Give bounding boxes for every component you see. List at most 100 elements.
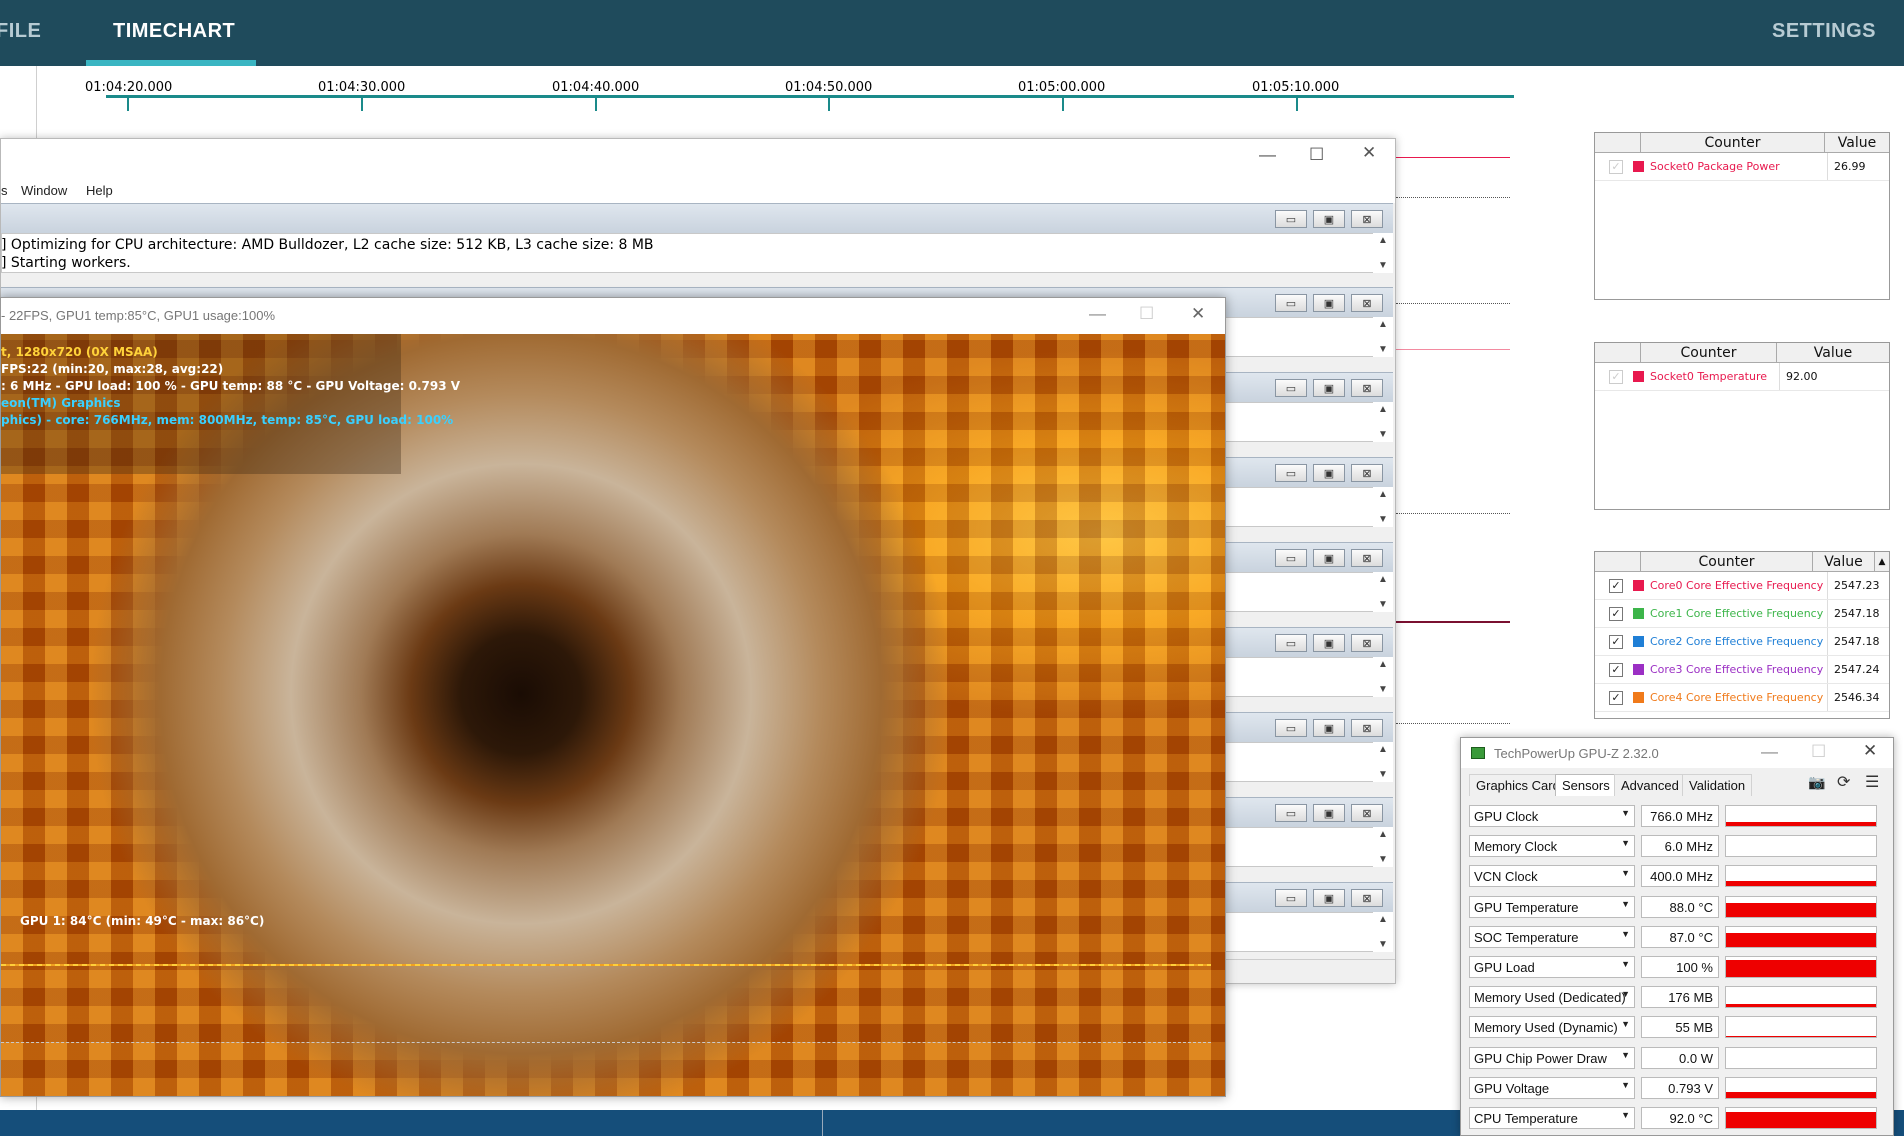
panel-scrollbar[interactable]: ▲ ▼ <box>1373 317 1393 357</box>
sensor-name-select[interactable]: GPU Temperature ▼ <box>1469 895 1635 918</box>
panel-scrollbar[interactable]: ▲ ▼ <box>1373 827 1393 867</box>
dropdown-arrow-icon[interactable]: ▼ <box>1621 808 1630 818</box>
header-counter[interactable]: Counter <box>1641 343 1777 362</box>
dropdown-arrow-icon[interactable]: ▼ <box>1621 1050 1630 1060</box>
scroll-up-icon[interactable]: ▲ <box>1875 552 1889 571</box>
dropdown-arrow-icon[interactable]: ▼ <box>1621 1110 1630 1120</box>
sensor-graph[interactable] <box>1725 986 1877 1009</box>
panel-minimize-icon[interactable]: ▭ <box>1275 464 1307 482</box>
panel-close-icon[interactable]: ⊠ <box>1351 804 1383 822</box>
scroll-up-icon[interactable]: ▲ <box>1378 659 1388 670</box>
panel-close-icon[interactable]: ⊠ <box>1351 719 1383 737</box>
close-icon[interactable]: ✕ <box>1362 143 1376 163</box>
sensor-graph[interactable] <box>1725 925 1877 948</box>
scroll-down-icon[interactable]: ▼ <box>1378 514 1388 525</box>
gpuz-title-bar[interactable]: TechPowerUp GPU-Z 2.32.0 — ☐ ✕ <box>1461 738 1893 768</box>
panel-restore-icon[interactable]: ▣ <box>1313 464 1345 482</box>
sensor-graph[interactable] <box>1725 1046 1877 1069</box>
row-checkbox[interactable]: ✓ <box>1609 690 1623 705</box>
table-row[interactable]: ✓ Core4 Core Effective Frequency 2546.34 <box>1595 684 1889 712</box>
panel-scrollbar[interactable]: ▲ ▼ <box>1373 572 1393 612</box>
panel-scrollbar[interactable]: ▲ ▼ <box>1373 487 1393 527</box>
row-checkbox[interactable]: ✓ <box>1609 606 1623 621</box>
scroll-down-icon[interactable]: ▼ <box>1378 769 1388 780</box>
dropdown-arrow-icon[interactable]: ▼ <box>1621 1080 1630 1090</box>
header-value[interactable]: Value <box>1825 133 1889 152</box>
panel-restore-icon[interactable]: ▣ <box>1313 379 1345 397</box>
timeline-axis[interactable] <box>106 95 1514 98</box>
scroll-up-icon[interactable]: ▲ <box>1378 574 1388 585</box>
tab-advanced[interactable]: Advanced <box>1614 774 1686 796</box>
header-counter[interactable]: Counter <box>1641 133 1825 152</box>
dropdown-arrow-icon[interactable]: ▼ <box>1621 899 1630 909</box>
menu-icon[interactable]: ☰ <box>1865 772 1879 792</box>
table-row[interactable]: ✓ Core3 Core Effective Frequency 2547.24 <box>1595 656 1889 684</box>
panel-close-icon[interactable]: ⊠ <box>1351 549 1383 567</box>
row-checkbox[interactable]: ✓ <box>1609 159 1623 174</box>
minimize-icon[interactable]: — <box>1761 742 1778 762</box>
table-row[interactable]: ✓ Core0 Core Effective Frequency 2547.23 <box>1595 572 1889 600</box>
sensor-graph[interactable] <box>1725 835 1877 858</box>
panel-minimize-icon[interactable]: ▭ <box>1275 549 1307 567</box>
tab-validation[interactable]: Validation <box>1682 774 1753 796</box>
table-row[interactable]: ✓ Socket0 Temperature 92.00 <box>1595 363 1889 391</box>
sensor-name-select[interactable]: Memory Used (Dedicated) ▼ <box>1469 986 1635 1009</box>
sensor-graph[interactable] <box>1725 805 1877 827</box>
panel-minimize-icon[interactable]: ▭ <box>1275 294 1307 312</box>
scroll-down-icon[interactable]: ▼ <box>1378 260 1388 271</box>
sensor-graph[interactable] <box>1725 1107 1877 1129</box>
dropdown-arrow-icon[interactable]: ▼ <box>1621 959 1630 969</box>
sensor-graph[interactable] <box>1725 956 1877 978</box>
panel-restore-icon[interactable]: ▣ <box>1313 804 1345 822</box>
row-checkbox[interactable]: ✓ <box>1609 578 1623 593</box>
panel-scrollbar[interactable]: ▲ ▼ <box>1373 912 1393 952</box>
nav-profile-tab[interactable]: FILE <box>0 20 41 43</box>
header-value[interactable]: Value <box>1813 552 1875 571</box>
close-icon[interactable]: ✕ <box>1863 741 1877 761</box>
panel-restore-icon[interactable]: ▣ <box>1313 634 1345 652</box>
panel-restore-icon[interactable]: ▣ <box>1313 889 1345 907</box>
panel-minimize-icon[interactable]: ▭ <box>1275 804 1307 822</box>
sensor-graph[interactable] <box>1725 865 1877 888</box>
panel-close-icon[interactable]: ⊠ <box>1351 210 1383 228</box>
scroll-up-icon[interactable]: ▲ <box>1378 829 1388 840</box>
dropdown-arrow-icon[interactable]: ▼ <box>1621 929 1630 939</box>
panel-minimize-icon[interactable]: ▭ <box>1275 889 1307 907</box>
console-title-bar[interactable]: — ☐ ✕ <box>1 139 1395 179</box>
panel-restore-icon[interactable]: ▣ <box>1313 294 1345 312</box>
panel-close-icon[interactable]: ⊠ <box>1351 889 1383 907</box>
panel-restore-icon[interactable]: ▣ <box>1313 719 1345 737</box>
panel-close-icon[interactable]: ⊠ <box>1351 294 1383 312</box>
panel-scrollbar[interactable]: ▲ ▼ <box>1373 742 1393 782</box>
dropdown-arrow-icon[interactable]: ▼ <box>1621 868 1630 878</box>
scroll-up-icon[interactable]: ▲ <box>1378 489 1388 500</box>
panel-restore-icon[interactable]: ▣ <box>1313 549 1345 567</box>
menu-item-window[interactable]: Window <box>21 183 67 198</box>
panel-minimize-icon[interactable]: ▭ <box>1275 719 1307 737</box>
menu-item[interactable]: s <box>1 183 8 198</box>
dropdown-arrow-icon[interactable]: ▼ <box>1621 989 1630 999</box>
close-icon[interactable]: ✕ <box>1191 304 1205 324</box>
scroll-down-icon[interactable]: ▼ <box>1378 684 1388 695</box>
scroll-down-icon[interactable]: ▼ <box>1378 854 1388 865</box>
sensor-graph[interactable] <box>1725 1076 1877 1099</box>
render-title-bar[interactable]: - 22FPS, GPU1 temp:85°C, GPU1 usage:100%… <box>1 298 1225 334</box>
table-row[interactable]: ✓ Core1 Core Effective Frequency 2547.18 <box>1595 600 1889 628</box>
refresh-icon[interactable]: ⟳ <box>1837 772 1850 792</box>
sensor-name-select[interactable]: GPU Chip Power Draw ▼ <box>1469 1046 1635 1069</box>
panel-scrollbar[interactable]: ▲ ▼ <box>1373 233 1393 273</box>
scroll-down-icon[interactable]: ▼ <box>1378 599 1388 610</box>
header-counter[interactable]: Counter <box>1641 552 1813 571</box>
row-checkbox[interactable]: ✓ <box>1609 369 1623 384</box>
panel-scrollbar[interactable]: ▲ ▼ <box>1373 402 1393 442</box>
table-row[interactable]: ✓ Socket0 Package Power 26.99 <box>1595 153 1889 181</box>
sensor-name-select[interactable]: GPU Clock ▼ <box>1469 805 1635 827</box>
maximize-icon[interactable]: ☐ <box>1139 304 1154 324</box>
nav-timechart-tab[interactable]: TIMECHART <box>113 20 235 43</box>
header-value[interactable]: Value <box>1777 343 1889 362</box>
maximize-icon[interactable]: ☐ <box>1811 742 1826 762</box>
sensor-name-select[interactable]: VCN Clock ▼ <box>1469 865 1635 888</box>
sensor-graph[interactable] <box>1725 1016 1877 1039</box>
scroll-down-icon[interactable]: ▼ <box>1378 429 1388 440</box>
sensor-graph[interactable] <box>1725 895 1877 918</box>
